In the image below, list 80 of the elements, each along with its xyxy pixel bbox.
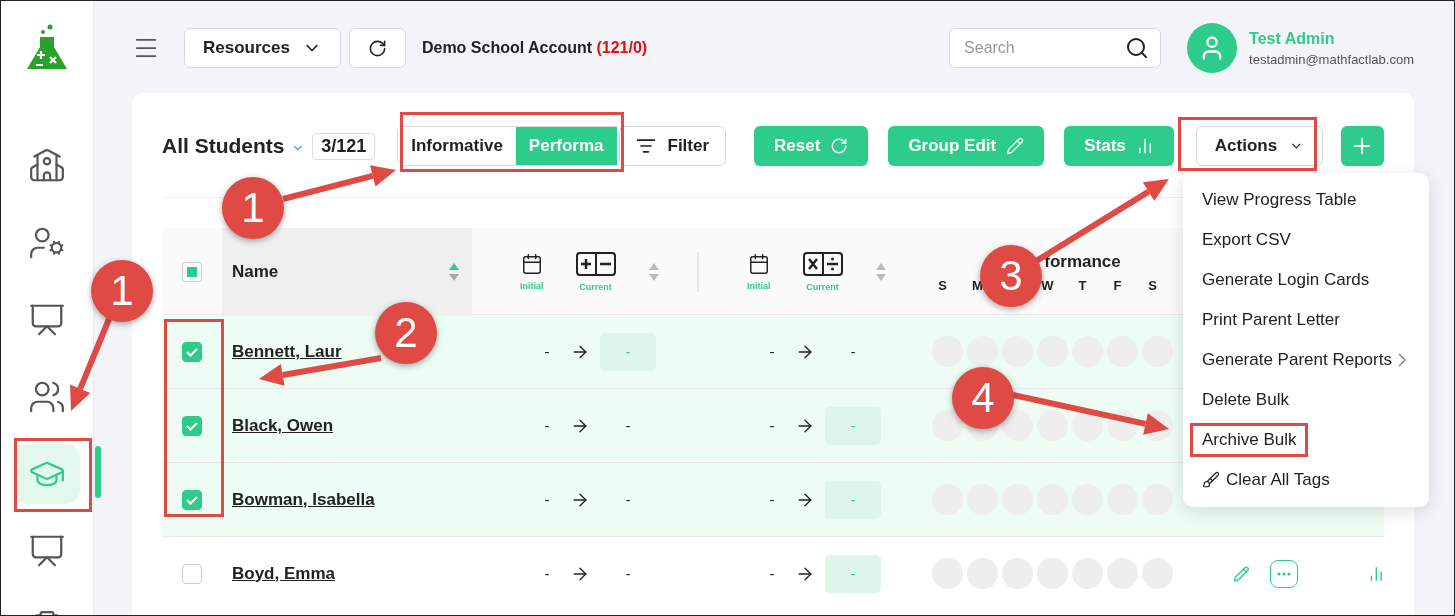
day-indicator <box>932 410 963 441</box>
account-name: Demo School Account (121/0) <box>421 39 648 57</box>
resources-dropdown[interactable]: Resources <box>184 28 341 68</box>
list-title: All Students <box>162 134 285 158</box>
day-indicator <box>1002 410 1033 441</box>
row-checkbox[interactable] <box>182 563 202 584</box>
name-header[interactable]: Name <box>222 228 472 316</box>
stats-icon[interactable] <box>1368 564 1385 583</box>
weekday-label: W <box>1040 277 1055 293</box>
initial-value: - <box>543 565 551 582</box>
edit-icon[interactable] <box>1233 564 1250 583</box>
current-value: - <box>624 490 632 510</box>
weekday-label: S <box>1147 277 1158 293</box>
initial-value: - <box>768 417 776 434</box>
current-value: - <box>624 416 632 436</box>
reset-icon <box>830 137 849 155</box>
current-value: - <box>825 406 881 445</box>
search-field[interactable]: Search <box>949 28 1162 68</box>
sort-icon[interactable] <box>874 262 887 282</box>
student-count: 3/121 <box>312 132 376 160</box>
user-email: testadmin@mathfactlab.com <box>1249 51 1414 67</box>
initial-value: - <box>768 491 776 508</box>
menu-item[interactable]: View Progress Table <box>1183 180 1376 220</box>
menu-item[interactable]: Archive Bulk <box>1190 423 1309 457</box>
filter-icon <box>635 136 656 156</box>
menu-item[interactable]: Generate Parent Reports <box>1183 340 1425 380</box>
initial-value: - <box>768 343 776 360</box>
row-checkbox[interactable] <box>182 341 202 362</box>
column-label: Current <box>806 282 839 292</box>
current-value: - <box>825 554 881 593</box>
partial-mark-icon <box>187 267 197 277</box>
calendar-icon <box>747 253 770 275</box>
weekday-label: T <box>1077 277 1088 293</box>
current-value: - <box>825 480 881 519</box>
student-name-link[interactable]: Black, Owen <box>232 415 334 436</box>
add-button[interactable] <box>1340 126 1384 166</box>
multiply-divide-icon <box>802 252 843 276</box>
menu-item[interactable]: Delete Bulk <box>1183 380 1308 420</box>
row-checkbox[interactable] <box>182 415 202 436</box>
column-label: Initial <box>747 281 771 291</box>
day-indicator <box>1037 410 1068 441</box>
actions-dropdown[interactable]: Actions <box>1195 126 1323 166</box>
menu-item[interactable]: Generate Login Cards <box>1183 260 1389 300</box>
plus-minus-icon <box>575 252 616 276</box>
column-header: formance <box>1044 251 1121 272</box>
day-indicator <box>967 336 998 367</box>
menu-item[interactable]: Clear All Tags <box>1183 460 1349 500</box>
search-icon[interactable] <box>1125 36 1150 60</box>
select-all-checkbox[interactable] <box>182 262 202 282</box>
calendar-icon <box>520 253 543 275</box>
student-name-link[interactable]: Bennett, Laur <box>232 341 342 362</box>
initial-value: - <box>543 417 551 434</box>
weekday-label: F <box>1112 277 1123 293</box>
ellipsis-icon <box>1277 571 1291 576</box>
row-checkbox[interactable] <box>182 489 202 510</box>
initial-value: - <box>543 343 551 360</box>
menu-item[interactable]: Print Parent Letter <box>1183 300 1359 340</box>
initial-value: - <box>768 565 776 582</box>
menu-item[interactable]: Export CSV <box>1183 220 1310 260</box>
current-value: - <box>600 332 656 371</box>
current-value: - <box>849 342 857 362</box>
refresh-icon <box>367 38 387 58</box>
refresh-button[interactable] <box>348 28 406 68</box>
filter-button[interactable]: Filter <box>618 126 727 166</box>
chevron-right-icon <box>1397 353 1406 367</box>
edit-icon <box>1006 137 1025 155</box>
more-button[interactable] <box>1269 559 1299 588</box>
avatar[interactable] <box>1187 23 1238 73</box>
column-label: Current <box>579 282 612 292</box>
student-name-link[interactable]: Boyd, Emma <box>232 563 335 584</box>
sort-icon[interactable] <box>647 262 660 282</box>
student-name-link[interactable]: Bowman, Isabella <box>232 489 375 510</box>
current-value: - <box>624 564 632 584</box>
user-name: Test Admin <box>1249 29 1336 48</box>
sort-icon[interactable] <box>448 262 460 282</box>
initial-value: - <box>543 491 551 508</box>
active-indicator <box>95 446 101 498</box>
column-label: Initial <box>520 281 544 291</box>
weekday-label: S <box>937 277 948 293</box>
sidebar-item[interactable] <box>14 444 80 504</box>
